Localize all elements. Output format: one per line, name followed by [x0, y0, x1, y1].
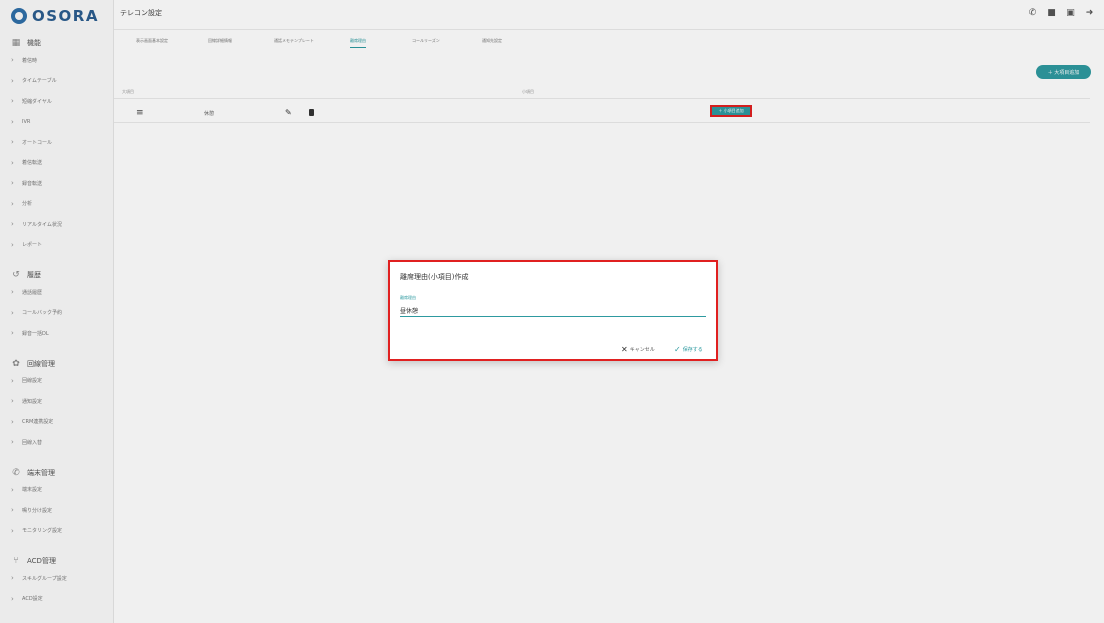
- field-label: 離席理由: [400, 295, 416, 300]
- create-dialog: 離席理由(小項目)作成 離席理由 ✕ キャンセル ✓ 保存する: [388, 260, 718, 361]
- save-button[interactable]: ✓ 保存する: [674, 345, 703, 354]
- dialog-title: 離席理由(小項目)作成: [400, 273, 469, 281]
- cancel-label: キャンセル: [629, 347, 655, 353]
- cancel-button[interactable]: ✕ キャンセル: [621, 345, 655, 354]
- close-icon: ✕: [621, 345, 628, 354]
- save-label: 保存する: [682, 347, 703, 353]
- check-icon: ✓: [674, 345, 681, 354]
- away-reason-input[interactable]: [400, 305, 706, 317]
